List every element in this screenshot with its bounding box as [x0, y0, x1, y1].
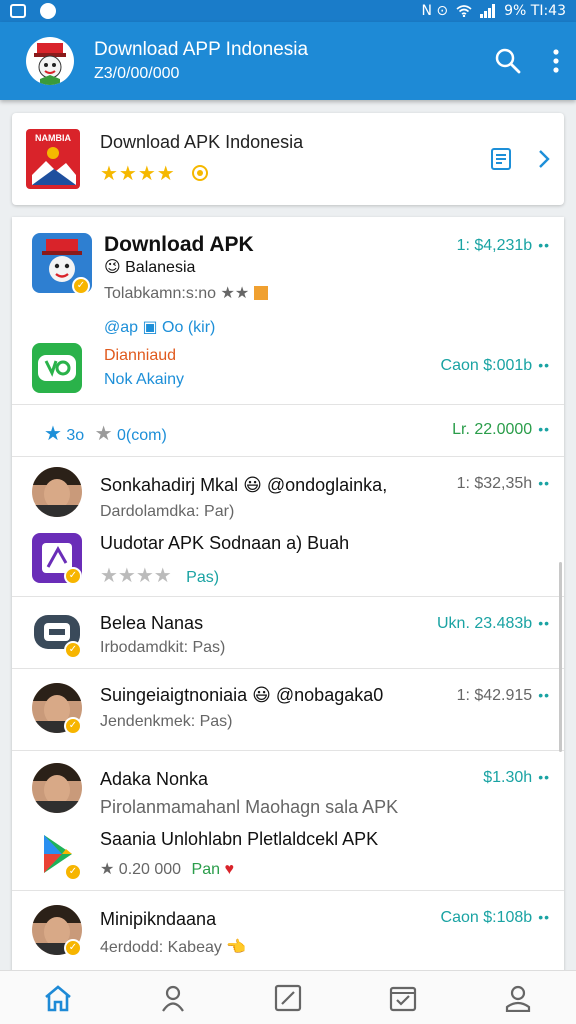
item-sub: Jendenkmek: Pas)	[100, 713, 233, 730]
verified-badge-icon: ✓	[64, 863, 82, 881]
rating-price: Lr. 22.0000 ••	[452, 421, 550, 438]
sub-app-icon	[32, 343, 82, 393]
bookmark-icon[interactable]	[490, 147, 512, 171]
nav-account[interactable]	[493, 978, 543, 1018]
item-sub: Pirolanmamahanl Maohagn sala APK	[100, 797, 399, 817]
app-title: Uudotar APK Sodnaan a) Buah	[100, 533, 350, 553]
rating-row[interactable]: ★ 3o ★ 0(com) Lr. 22.0000 ••	[12, 405, 564, 457]
item-price: $1.30h ••	[483, 769, 550, 786]
list-item[interactable]: ✓ Belea Nanas Irbodamdkit: Pas) Ukn. 23.…	[12, 597, 564, 669]
edit-icon	[274, 984, 302, 1011]
verified-badge-icon: ✓	[64, 641, 82, 659]
home-icon	[44, 984, 71, 1011]
more-vert-icon[interactable]	[552, 48, 560, 74]
status-right-text: 9% TI:43	[504, 3, 566, 19]
bottom-nav	[0, 970, 576, 1024]
verified-badge-icon: ✓	[64, 567, 82, 585]
app-meta: ★★★★ Pas)	[100, 565, 220, 587]
notification-icon	[10, 4, 26, 18]
item-meta: Tolabkamn:s:no ★★	[104, 283, 268, 303]
featured-rating-stars: ★★★★	[100, 161, 303, 186]
sub-app-price: Caon $:001b ••	[440, 357, 550, 374]
star-outline-icon: ★	[94, 423, 113, 445]
status-bar: N ⊙ 9% TI:43	[0, 0, 576, 22]
item-title: Download APK	[104, 233, 254, 256]
item-price: 1: $42.915 ••	[456, 687, 550, 704]
item-price: Ukn. 23.483b ••	[437, 615, 550, 632]
item-name: Sonkahadirj Mkal 😃 @ondoglainka,	[100, 475, 388, 495]
avatar	[32, 467, 82, 517]
item-sub: Irbodamdkit: Pas)	[100, 639, 226, 656]
verified-badge-icon: ✓	[64, 717, 82, 735]
app-subtitle: Z3/0/00/000	[94, 65, 180, 82]
nav-profile[interactable]	[148, 978, 198, 1018]
item-name: Minipikndaana	[100, 909, 217, 929]
list-item[interactable]: Adaka Nonka Pirolanmamahanl Maohagn sala…	[12, 751, 564, 891]
signal-icon	[480, 4, 496, 18]
list-item[interactable]: ✓ Minipikndaana 4erdodd: Kabeay 👈 Caon $…	[12, 891, 564, 972]
profile-icon	[161, 985, 184, 1012]
nav-edit[interactable]	[263, 978, 313, 1018]
item-subtitle: 😉 Balanesia	[104, 259, 196, 276]
app-list: ✓ Download APK 😉 Balanesia Tolabkamn:s:n…	[12, 217, 564, 972]
app-title: Download APP Indonesia	[94, 39, 309, 60]
item-price: 1: $32,35h ••	[456, 475, 550, 492]
list-item[interactable]: ✓ Suingeiaigtnoniaia 😃 @nobagaka0 Jenden…	[12, 669, 564, 751]
item-sub: Dardolamdka: Par)	[100, 503, 235, 520]
checklist-icon	[390, 986, 417, 1011]
verified-badge-icon: ✓	[72, 277, 90, 295]
item-name: Suingeiaigtnoniaia 😃 @nobagaka0	[100, 685, 384, 705]
app-logo[interactable]	[26, 37, 74, 85]
search-icon[interactable]	[494, 47, 522, 75]
status-indicators: N ⊙	[421, 3, 449, 19]
item-price: Caon $:108b ••	[440, 909, 550, 926]
verified-badge-icon: ✓	[64, 939, 82, 957]
item-sub: 4erdodd: Kabeay 👈	[100, 939, 247, 956]
app-bar: Download APP Indonesia Z3/0/00/000	[0, 22, 576, 100]
item-name: Adaka Nonka	[100, 769, 209, 789]
item-name: Belea Nanas	[100, 613, 204, 633]
sub-app-title: Dianniaud	[104, 347, 177, 364]
app-title: Saania Unlohlabn Pletlaldcekl APK	[100, 829, 379, 849]
featured-app-icon: NAMBIA	[26, 129, 80, 189]
award-icon	[192, 165, 209, 181]
item-price: 1: $4,231b ••	[456, 237, 550, 254]
chevron-right-icon[interactable]	[538, 149, 550, 169]
star-icon: ★	[44, 423, 62, 445]
nav-home[interactable]	[33, 978, 83, 1018]
account-icon	[506, 985, 531, 1012]
avatar	[32, 763, 82, 813]
list-item[interactable]: Sonkahadirj Mkal 😃 @ondoglainka, Dardola…	[12, 457, 564, 597]
wifi-icon	[456, 5, 472, 17]
nav-checklist[interactable]	[378, 978, 428, 1018]
sub-app-label: Nok Akainy	[104, 371, 185, 388]
featured-card[interactable]: NAMBIA Download APK Indonesia ★★★★	[12, 113, 564, 205]
rating-summary: ★ 3o ★ 0(com)	[44, 423, 167, 445]
list-item[interactable]: ✓ Download APK 😉 Balanesia Tolabkamn:s:n…	[12, 217, 564, 405]
featured-title: Download APK Indonesia	[100, 132, 304, 152]
item-tags: @ap ▣ Oo (kir)	[104, 319, 216, 336]
scrollbar[interactable]	[559, 562, 562, 752]
app-meta: ★ 0.20 000 Pan ♥	[100, 861, 234, 878]
messenger-icon	[40, 3, 56, 19]
